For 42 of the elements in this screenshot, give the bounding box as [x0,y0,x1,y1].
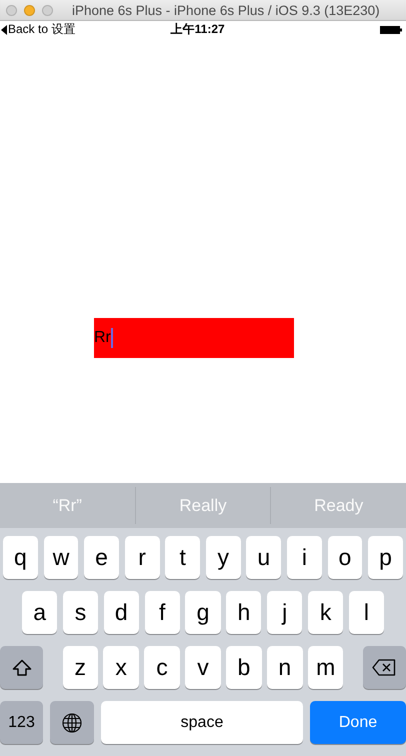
letter-key[interactable]: p [368,536,403,579]
back-arrow-icon [1,24,7,34]
globe-key[interactable] [50,701,94,744]
globe-icon [62,712,82,732]
letter-key[interactable]: c [144,646,180,689]
letter-key[interactable]: m [308,646,344,689]
letter-key[interactable]: t [165,536,200,579]
delete-key[interactable] [362,646,406,689]
letter-key[interactable]: z [62,646,98,689]
letter-key[interactable]: h [226,591,262,634]
letter-key[interactable]: y [206,536,241,579]
space-key[interactable]: space [101,701,303,744]
numbers-key[interactable]: 123 [0,701,43,744]
letter-key[interactable]: f [144,591,180,634]
text-field[interactable]: Rr [94,318,294,358]
window-title: iPhone 6s Plus - iPhone 6s Plus / iOS 9.3 (13E230) [72,2,380,18]
letter-key[interactable]: u [246,536,282,579]
letter-key[interactable]: s [62,591,98,634]
letter-key[interactable]: g [185,591,221,634]
letter-key[interactable]: l [348,591,384,634]
done-key[interactable]: Done [310,701,406,744]
letter-key[interactable]: i [286,536,322,579]
battery-icon [380,26,402,34]
letter-key[interactable]: a [22,591,58,634]
letter-key[interactable]: e [84,536,119,579]
letter-key[interactable]: w [44,536,78,579]
letter-key[interactable]: x [103,646,139,689]
field-value: Rr [94,329,111,347]
letter-key[interactable]: v [185,646,221,689]
backspace-icon [372,659,396,676]
status-time: 上午11:27 [170,21,226,38]
letter-key[interactable]: j [267,591,302,634]
shift-key[interactable] [0,646,43,689]
letter-key[interactable]: q [3,536,38,579]
letter-key[interactable]: o [328,536,362,579]
letter-key[interactable]: k [308,591,344,634]
letter-key[interactable]: n [267,646,303,689]
letter-key[interactable]: b [226,646,262,689]
shift-icon [12,658,32,676]
letter-key[interactable]: d [104,591,139,634]
letter-key[interactable]: r [124,536,160,579]
back-link[interactable]: Back to 设置 [1,21,76,38]
